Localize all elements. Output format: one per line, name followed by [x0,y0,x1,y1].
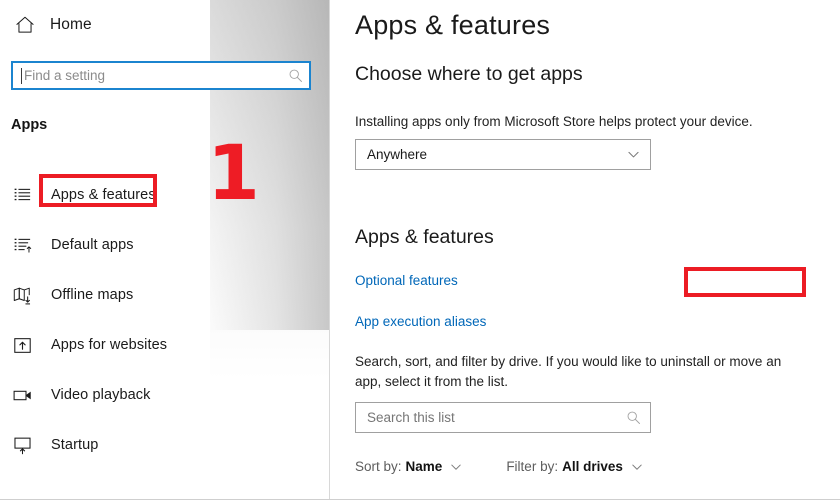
sort-by-dropdown[interactable]: Sort by: Name [355,459,462,474]
sidebar-item-default-apps[interactable]: Default apps [0,220,330,270]
sidebar-item-label: Default apps [51,237,134,253]
home-button[interactable]: Home [14,12,92,38]
sidebar-item-apps-features[interactable]: Apps & features [0,170,330,220]
settings-window: Home Find a setting Apps Apps & features… [0,0,840,500]
sidebar-item-offline-maps[interactable]: Offline maps [0,270,330,320]
list-arrow-icon [14,238,32,253]
sidebar-section-heading: Apps [11,117,48,133]
sidebar-item-label: Apps & features [51,187,156,203]
filter-by-value: All drives [562,459,623,474]
chevron-down-icon [632,464,642,470]
home-icon [16,16,34,33]
home-label: Home [50,16,92,33]
sort-by-label: Sort by: [355,459,402,474]
search-icon [289,69,302,82]
get-apps-dropdown[interactable]: Anywhere [355,139,651,170]
sidebar-nav-list: Apps & features Default apps Offline map… [0,170,330,470]
section-heading-apps-features: Apps & features [355,226,494,248]
monitor-arrow-icon [14,437,31,454]
sort-by-value: Name [405,459,443,474]
text-cursor [21,67,22,84]
page-title: Apps & features [355,10,551,40]
app-window-arrow-icon [14,337,31,353]
sidebar-item-label: Offline maps [51,287,134,303]
sort-filter-row: Sort by: Name Filter by: All drives [355,459,687,474]
search-icon [627,411,640,424]
map-download-icon [13,287,31,304]
section-heading-choose-where: Choose where to get apps [355,63,583,85]
sidebar-item-label: Video playback [51,387,151,403]
sidebar-item-label: Startup [51,437,99,453]
find-a-setting-input[interactable]: Find a setting [11,61,311,90]
get-apps-dropdown-value: Anywhere [367,147,428,162]
annotation-box-step-2 [684,267,806,297]
app-execution-aliases-link[interactable]: App execution aliases [355,314,486,329]
chevron-down-icon [451,464,461,470]
search-this-list-input[interactable]: Search this list [355,402,651,433]
filter-by-dropdown[interactable]: Filter by: All drives [506,459,643,474]
sidebar-item-startup[interactable]: Startup [0,420,330,470]
get-apps-description: Installing apps only from Microsoft Stor… [355,114,753,129]
apps-features-description: Search, sort, and filter by drive. If yo… [355,354,782,390]
chevron-down-icon [628,151,639,158]
find-a-setting-placeholder: Find a setting [24,68,106,83]
video-camera-icon [13,390,31,400]
settings-sidebar: Home Find a setting Apps Apps & features… [0,0,330,499]
list-bullets-icon [14,188,31,200]
sidebar-item-label: Apps for websites [51,337,168,353]
optional-features-link[interactable]: Optional features [355,273,458,288]
search-this-list-placeholder: Search this list [367,410,455,425]
filter-by-label: Filter by: [506,459,559,474]
settings-main-panel: Apps & features Choose where to get apps… [330,0,840,499]
sidebar-item-apps-for-websites[interactable]: Apps for websites [0,320,330,370]
sidebar-item-video-playback[interactable]: Video playback [0,370,330,420]
